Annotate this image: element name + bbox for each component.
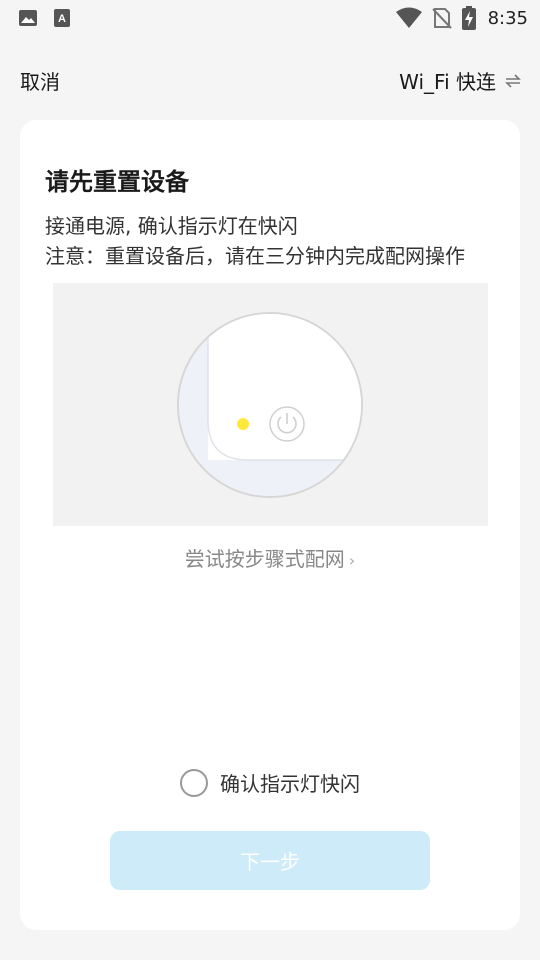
reset-device-card: 请先重置设备 接通电源, 确认指示灯在快闪 注意：重置设备后，请在三分钟内完成配… xyxy=(20,120,520,930)
a-icon: A xyxy=(54,9,70,27)
indicator-light xyxy=(237,418,249,430)
try-step-by-step-link[interactable]: 尝试按步骤式配网 › xyxy=(20,543,520,572)
wifi-quick-connect-button[interactable]: Wi_Fi 快连 xyxy=(399,66,522,95)
try-step-by-step-label: 尝试按步骤式配网 xyxy=(184,547,345,571)
wifi-quick-connect-label: Wi_Fi 快连 xyxy=(399,70,496,94)
confirm-indicator-label: 确认指示灯快闪 xyxy=(220,772,360,796)
device-illustration-graphic xyxy=(177,312,363,498)
svg-text:A: A xyxy=(58,13,66,25)
no-sim-icon xyxy=(431,8,452,29)
status-time: 8:35 xyxy=(487,7,528,29)
instruction-text: 接通电源, 确认指示灯在快闪 xyxy=(45,214,298,238)
device-illustration xyxy=(53,283,488,526)
top-bar: 取消 Wi_Fi 快连 xyxy=(0,56,540,100)
page-title: 请先重置设备 xyxy=(45,168,189,196)
next-step-label: 下一步 xyxy=(240,850,300,874)
status-bar-left: A xyxy=(18,8,72,28)
chevron-right-icon: › xyxy=(348,551,356,570)
swap-arrows-icon xyxy=(505,73,521,88)
image-icon xyxy=(19,10,37,26)
confirm-indicator-checkbox[interactable]: 确认指示灯快闪 xyxy=(180,768,360,797)
next-step-button[interactable]: 下一步 xyxy=(110,831,430,890)
wifi-icon xyxy=(395,7,422,28)
cancel-button[interactable]: 取消 xyxy=(20,66,60,95)
status-bar-right: 8:35 xyxy=(395,6,528,30)
status-bar: A 8:35 xyxy=(0,0,540,36)
radio-button[interactable] xyxy=(180,768,208,797)
note-text: 注意：重置设备后，请在三分钟内完成配网操作 xyxy=(45,244,465,268)
battery-charging-icon xyxy=(461,6,476,30)
